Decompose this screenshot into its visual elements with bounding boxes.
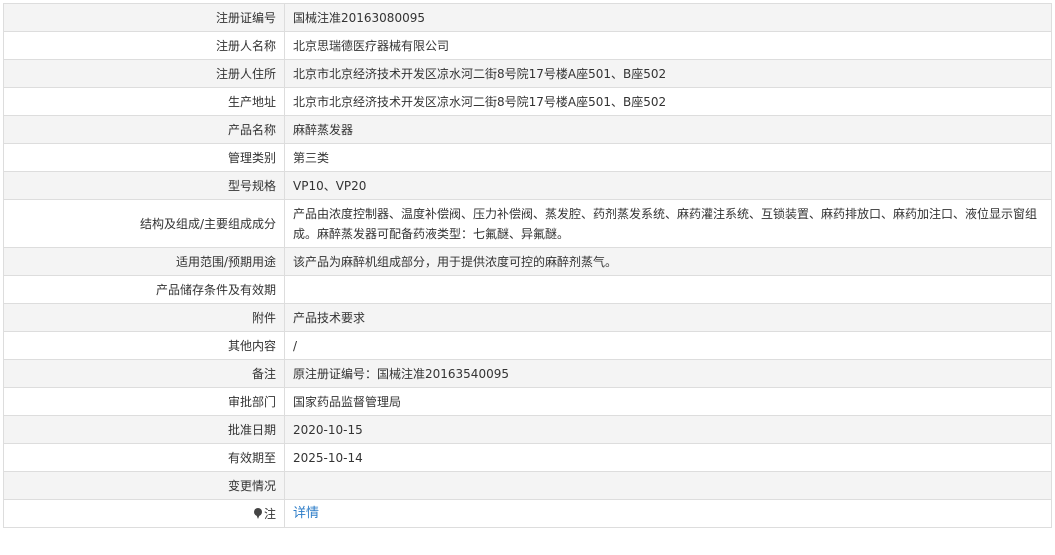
- row-product-name: 产品名称 麻醉蒸发器: [3, 115, 1052, 144]
- row-attachment: 附件 产品技术要求: [3, 303, 1052, 332]
- row-registrant-name: 注册人名称 北京思瑞德医疗器械有限公司: [3, 31, 1052, 60]
- row-change-status: 变更情况: [3, 471, 1052, 500]
- row-value: [284, 471, 1052, 500]
- row-value: /: [284, 331, 1052, 360]
- row-label: 注册证编号: [3, 3, 285, 32]
- row-value: 该产品为麻醉机组成部分，用于提供浓度可控的麻醉剂蒸气。: [284, 247, 1052, 276]
- row-model-spec: 型号规格 VP10、VP20: [3, 171, 1052, 200]
- row-label: 生产地址: [3, 87, 285, 116]
- row-registration-number: 注册证编号 国械注准20163080095: [3, 3, 1052, 32]
- row-value: 产品技术要求: [284, 303, 1052, 332]
- row-value: VP10、VP20: [284, 171, 1052, 200]
- row-value: 麻醉蒸发器: [284, 115, 1052, 144]
- row-storage-validity: 产品储存条件及有效期: [3, 275, 1052, 304]
- map-pin-icon: [253, 507, 262, 519]
- row-value: 国家药品监督管理局: [284, 387, 1052, 416]
- approval-department-value: 国家药品监督管理局: [293, 394, 402, 409]
- row-management-category: 管理类别 第三类: [3, 143, 1052, 172]
- registrant-address-value: 北京市北京经济技术开发区凉水河二街8号院17号楼A座501、B座502: [293, 66, 667, 81]
- note-label: 注: [263, 506, 276, 521]
- registrant-name-value: 北京思瑞德医疗器械有限公司: [293, 38, 450, 53]
- row-value: 北京思瑞德医疗器械有限公司: [284, 31, 1052, 60]
- structure-composition-value: 产品由浓度控制器、温度补偿阀、压力补偿阀、蒸发腔、药剂蒸发系统、麻药灌注系统、互…: [293, 206, 1038, 241]
- row-label: 注: [3, 499, 285, 528]
- row-value: 原注册证编号：国械注准20163540095: [284, 359, 1052, 388]
- row-value: 北京市北京经济技术开发区凉水河二街8号院17号楼A座501、B座502: [284, 59, 1052, 88]
- row-label: 有效期至: [3, 443, 285, 472]
- row-label: 变更情况: [3, 471, 285, 500]
- row-production-address: 生产地址 北京市北京经济技术开发区凉水河二街8号院17号楼A座501、B座502: [3, 87, 1052, 116]
- row-value: 2025-10-14: [284, 443, 1052, 472]
- management-category-value: 第三类: [293, 150, 330, 165]
- registration-detail-table: 注册证编号 国械注准20163080095 注册人名称 北京思瑞德医疗器械有限公…: [3, 3, 1052, 528]
- row-label: 型号规格: [3, 171, 285, 200]
- row-label: 其他内容: [3, 331, 285, 360]
- details-link[interactable]: 详情: [293, 506, 319, 521]
- row-value: 北京市北京经济技术开发区凉水河二街8号院17号楼A座501、B座502: [284, 87, 1052, 116]
- row-label: 适用范围/预期用途: [3, 247, 285, 276]
- row-value: [284, 275, 1052, 304]
- row-value: 国械注准20163080095: [284, 3, 1052, 32]
- row-label: 注册人名称: [3, 31, 285, 60]
- row-remarks: 备注 原注册证编号：国械注准20163540095: [3, 359, 1052, 388]
- row-label: 注册人住所: [3, 59, 285, 88]
- row-registrant-address: 注册人住所 北京市北京经济技术开发区凉水河二街8号院17号楼A座501、B座50…: [3, 59, 1052, 88]
- attachment-value: 产品技术要求: [293, 310, 366, 325]
- row-structure-composition: 结构及组成/主要组成成分 产品由浓度控制器、温度补偿阀、压力补偿阀、蒸发腔、药剂…: [3, 199, 1052, 248]
- product-name-value: 麻醉蒸发器: [293, 122, 354, 137]
- row-label: 管理类别: [3, 143, 285, 172]
- model-spec-value: VP10、VP20: [293, 178, 367, 193]
- row-approval-date: 批准日期 2020-10-15: [3, 415, 1052, 444]
- row-note: 注 详情: [3, 499, 1052, 528]
- row-label: 附件: [3, 303, 285, 332]
- row-value: 产品由浓度控制器、温度补偿阀、压力补偿阀、蒸发腔、药剂蒸发系统、麻药灌注系统、互…: [284, 199, 1052, 248]
- row-other-content: 其他内容 /: [3, 331, 1052, 360]
- registration-detail: 注册证编号 国械注准20163080095 注册人名称 北京思瑞德医疗器械有限公…: [3, 3, 1052, 528]
- production-address-value: 北京市北京经济技术开发区凉水河二街8号院17号楼A座501、B座502: [293, 94, 667, 109]
- approval-date-value: 2020-10-15: [293, 422, 363, 437]
- row-label: 产品储存条件及有效期: [3, 275, 285, 304]
- registration-number-value: 国械注准20163080095: [293, 10, 425, 25]
- row-label: 备注: [3, 359, 285, 388]
- row-label: 批准日期: [3, 415, 285, 444]
- row-value: 第三类: [284, 143, 1052, 172]
- valid-until-value: 2025-10-14: [293, 450, 363, 465]
- intended-use-value: 该产品为麻醉机组成部分，用于提供浓度可控的麻醉剂蒸气。: [293, 254, 618, 269]
- other-content-value: /: [293, 338, 298, 353]
- remarks-value: 原注册证编号：国械注准20163540095: [293, 366, 509, 381]
- row-label: 审批部门: [3, 387, 285, 416]
- row-value: 2020-10-15: [284, 415, 1052, 444]
- row-approval-department: 审批部门 国家药品监督管理局: [3, 387, 1052, 416]
- row-label: 结构及组成/主要组成成分: [3, 199, 285, 248]
- row-valid-until: 有效期至 2025-10-14: [3, 443, 1052, 472]
- row-label: 产品名称: [3, 115, 285, 144]
- row-value: 详情: [284, 499, 1052, 528]
- row-intended-use: 适用范围/预期用途 该产品为麻醉机组成部分，用于提供浓度可控的麻醉剂蒸气。: [3, 247, 1052, 276]
